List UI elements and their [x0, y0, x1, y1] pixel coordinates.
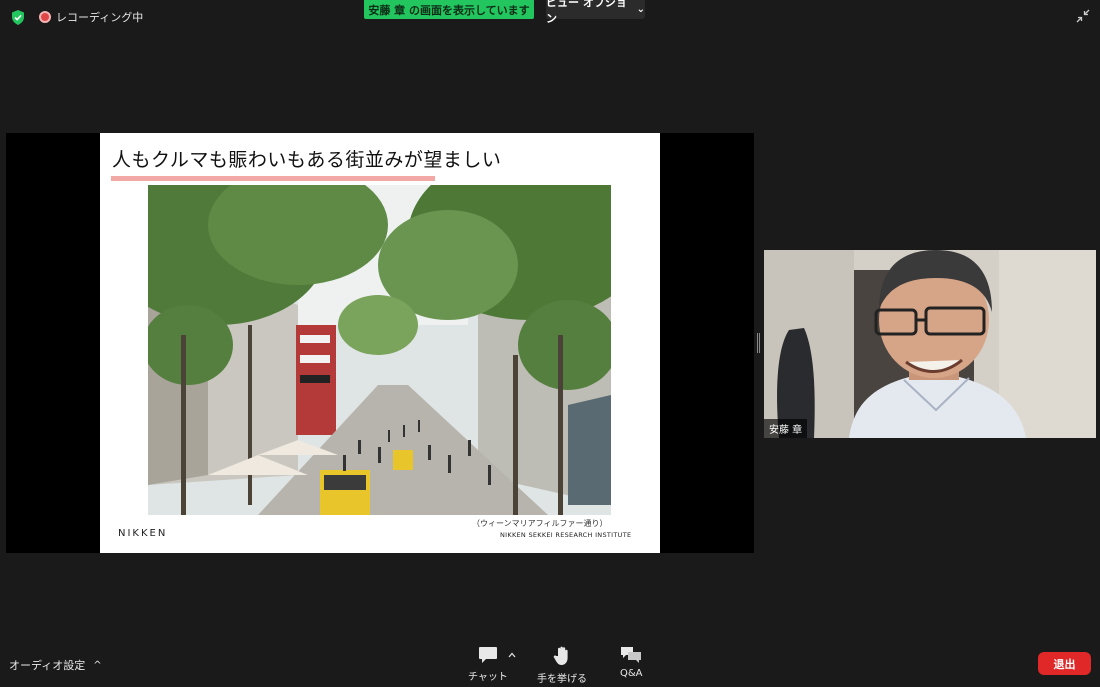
- hand-icon: [553, 646, 568, 665]
- security-shield-icon[interactable]: [11, 10, 25, 25]
- audio-settings-button[interactable]: オーディオ設定 ^: [9, 657, 102, 673]
- chevron-down-icon: ⌄: [636, 4, 645, 15]
- institute-label: NIKKEN SEKKEI RESEARCH INSTITUTE: [500, 531, 632, 539]
- shared-screen: 人もクルマも賑わいもある街並みが望ましい （ウィーンマリアフィルファー通り） N…: [6, 133, 754, 553]
- exit-fullscreen-icon[interactable]: [1076, 9, 1090, 23]
- chat-options-chevron-icon[interactable]: [508, 651, 516, 659]
- recording-label: レコーディング中: [56, 11, 144, 24]
- qa-icon: [621, 647, 642, 663]
- participant-video-frame: [764, 250, 1096, 438]
- top-bar: レコーディング中 安藤 章 の画面を表示しています ビュー オプション ⌄: [0, 0, 1100, 34]
- slide-title: 人もクルマも賑わいもある街並みが望ましい: [112, 149, 502, 171]
- qa-button[interactable]: Q&A: [620, 646, 643, 679]
- recording-indicator[interactable]: レコーディング中: [39, 9, 143, 25]
- participant-video[interactable]: 安藤 章: [764, 250, 1096, 438]
- chat-button[interactable]: チャット: [468, 646, 508, 683]
- street-photo: [148, 185, 611, 515]
- qa-label: Q&A: [620, 668, 643, 679]
- participant-name-tag: 安藤 章: [764, 419, 808, 438]
- nikken-logo: NIKKEN: [118, 528, 168, 539]
- chat-icon: [478, 647, 497, 663]
- zoom-meeting-window: レコーディング中 安藤 章 の画面を表示しています ビュー オプション ⌄ 人も…: [0, 0, 1100, 687]
- raise-hand-button[interactable]: 手を挙げる: [537, 646, 587, 685]
- chat-label: チャット: [468, 672, 508, 683]
- view-options-label: ビュー オプション: [546, 0, 627, 25]
- chevron-up-icon: ^: [93, 659, 102, 671]
- raise-hand-label: 手を挙げる: [537, 674, 587, 685]
- view-options-button[interactable]: ビュー オプション ⌄: [546, 0, 645, 25]
- recording-icon: [39, 11, 51, 23]
- photo-caption: （ウィーンマリアフィルファー通り）: [472, 519, 608, 528]
- audio-settings-label: オーディオ設定: [9, 659, 86, 672]
- resize-handle[interactable]: [757, 333, 760, 353]
- leave-button[interactable]: 退出: [1038, 652, 1091, 675]
- presentation-slide: 人もクルマも賑わいもある街並みが望ましい （ウィーンマリアフィルファー通り） N…: [100, 133, 660, 553]
- screen-share-banner: 安藤 章 の画面を表示しています: [364, 0, 534, 19]
- title-underline: [111, 176, 435, 181]
